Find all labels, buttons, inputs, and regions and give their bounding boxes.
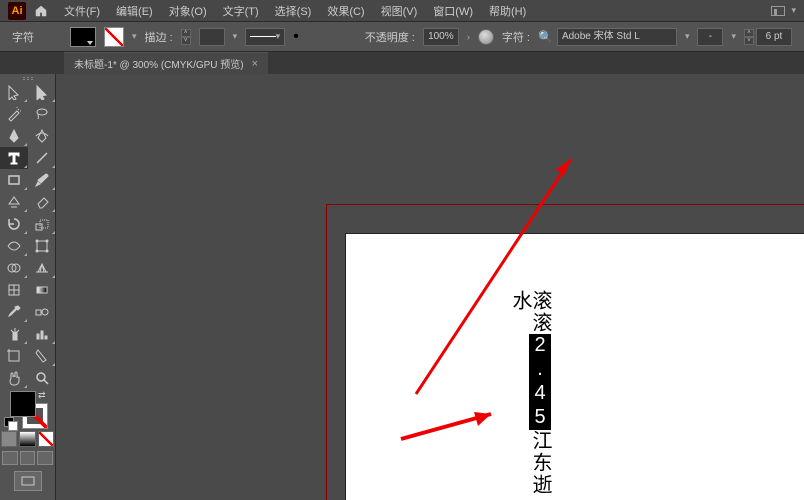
chevron-down-icon[interactable]: ▾ [731, 31, 736, 42]
chevron-right-icon[interactable]: › [467, 32, 470, 42]
hand-tool[interactable] [0, 367, 28, 389]
rectangle-tool[interactable] [0, 169, 28, 191]
screen-mode-button[interactable] [14, 471, 42, 491]
blend-tool[interactable] [28, 301, 56, 323]
mesh-tool[interactable] [0, 279, 28, 301]
menu-effect[interactable]: 效果(C) [321, 1, 370, 21]
stroke-weight-value[interactable] [199, 28, 225, 46]
workspace-switcher-icon[interactable] [771, 6, 785, 16]
font-family-select[interactable]: Adobe 宋体 Std L [557, 28, 677, 46]
document-tab[interactable]: 未标题-1* @ 300% (CMYK/GPU 预览) × [64, 52, 268, 74]
perspective-grid-tool[interactable] [28, 257, 56, 279]
canvas[interactable]: 滚滚2.45江东逝水 [56, 74, 804, 500]
vertical-text[interactable]: 滚滚2.45江东逝水 [510, 290, 550, 500]
chevron-down-icon[interactable]: ▾ [132, 31, 137, 42]
size-step-down[interactable]: ˅ [744, 37, 754, 45]
draw-inside-icon[interactable] [37, 451, 53, 465]
menu-type[interactable]: 文字(T) [217, 1, 265, 21]
eraser-tool[interactable] [28, 191, 56, 213]
character-options-label: 字符 : [502, 29, 530, 45]
close-icon[interactable]: × [252, 58, 258, 70]
character-label: 字符 [12, 29, 34, 45]
swap-icon[interactable]: ⇄ [38, 390, 46, 401]
document-tab-title: 未标题-1* @ 300% (CMYK/GPU 预览) [74, 56, 244, 71]
fill-swatch[interactable] [10, 391, 36, 417]
stroke-profile[interactable]: ▾ [245, 28, 285, 46]
slice-tool[interactable] [28, 345, 56, 367]
menu-object[interactable]: 对象(O) [163, 1, 213, 21]
width-tool[interactable] [0, 235, 28, 257]
paintbrush-tool[interactable] [28, 169, 56, 191]
fill-color-swatch[interactable] [70, 27, 96, 47]
menu-view[interactable]: 视图(V) [375, 1, 424, 21]
zoom-tool[interactable] [28, 367, 56, 389]
color-mode-row [0, 431, 55, 447]
scale-tool[interactable] [28, 213, 56, 235]
document-tabbar: 未标题-1* @ 300% (CMYK/GPU 预览) × [0, 52, 804, 74]
stroke-color-swatch[interactable] [104, 27, 124, 47]
font-size-input[interactable]: 6 pt [756, 28, 792, 46]
stroke-step-up[interactable]: ˄ [181, 29, 191, 37]
free-transform-tool[interactable] [28, 235, 56, 257]
opacity-label: 不透明度 : [365, 29, 415, 45]
column-graph-tool[interactable] [28, 323, 56, 345]
draw-normal-icon[interactable] [2, 451, 18, 465]
menu-file[interactable]: 文件(F) [58, 1, 106, 21]
draw-behind-icon[interactable] [20, 451, 36, 465]
stroke-weight-label: 描边 : [145, 29, 173, 45]
artboard [346, 234, 804, 500]
tools-panel: ⇄ [0, 74, 56, 500]
text-selection: 2.45 [529, 334, 551, 430]
menu-edit[interactable]: 编辑(E) [110, 1, 159, 21]
default-colors-icon[interactable] [8, 421, 18, 431]
size-step-up[interactable]: ˄ [744, 29, 754, 37]
chevron-down-icon[interactable]: ▾ [233, 31, 238, 42]
menu-window[interactable]: 窗口(W) [427, 1, 479, 21]
eyedropper-tool[interactable] [0, 301, 28, 323]
color-mode-solid[interactable] [1, 431, 17, 447]
pen-tool[interactable] [0, 125, 28, 147]
font-weight-select[interactable]: - [697, 28, 723, 46]
opacity-input[interactable]: 100% [423, 28, 459, 46]
magic-wand-tool[interactable] [0, 103, 28, 125]
color-box: ⇄ [0, 389, 55, 429]
stroke-step-down[interactable]: ˅ [181, 37, 191, 45]
type-tool[interactable] [0, 147, 28, 169]
chevron-down-icon[interactable]: ▾ [791, 5, 796, 16]
chevron-down-icon[interactable]: ▾ [685, 31, 690, 42]
lasso-tool[interactable] [28, 103, 56, 125]
color-mode-gradient[interactable] [19, 431, 35, 447]
menu-select[interactable]: 选择(S) [269, 1, 318, 21]
control-bar: 字符 ▾ 描边 : ˄ ˅ ▾ ▾ • 不透明度 : 100% › 字符 : 🔍… [0, 22, 804, 52]
symbol-sprayer-tool[interactable] [0, 323, 28, 345]
globe-icon[interactable] [478, 29, 494, 45]
curvature-tool[interactable] [28, 125, 56, 147]
shaper-tool[interactable] [0, 191, 28, 213]
menubar: Ai 文件(F) 编辑(E) 对象(O) 文字(T) 选择(S) 效果(C) 视… [0, 0, 804, 22]
selection-tool[interactable] [0, 81, 28, 103]
search-icon[interactable]: 🔍 [538, 30, 553, 44]
line-segment-tool[interactable] [28, 147, 56, 169]
color-mode-none[interactable] [38, 431, 54, 447]
menu-help[interactable]: 帮助(H) [483, 1, 532, 21]
direct-selection-tool[interactable] [28, 81, 56, 103]
panel-grip-icon[interactable] [0, 74, 55, 81]
gradient-tool[interactable] [28, 279, 56, 301]
home-icon[interactable] [34, 4, 48, 18]
shape-builder-tool[interactable] [0, 257, 28, 279]
screen-mode-row [0, 451, 55, 467]
artboard-tool[interactable] [0, 345, 28, 367]
app-logo: Ai [8, 2, 26, 20]
rotate-tool[interactable] [0, 213, 28, 235]
